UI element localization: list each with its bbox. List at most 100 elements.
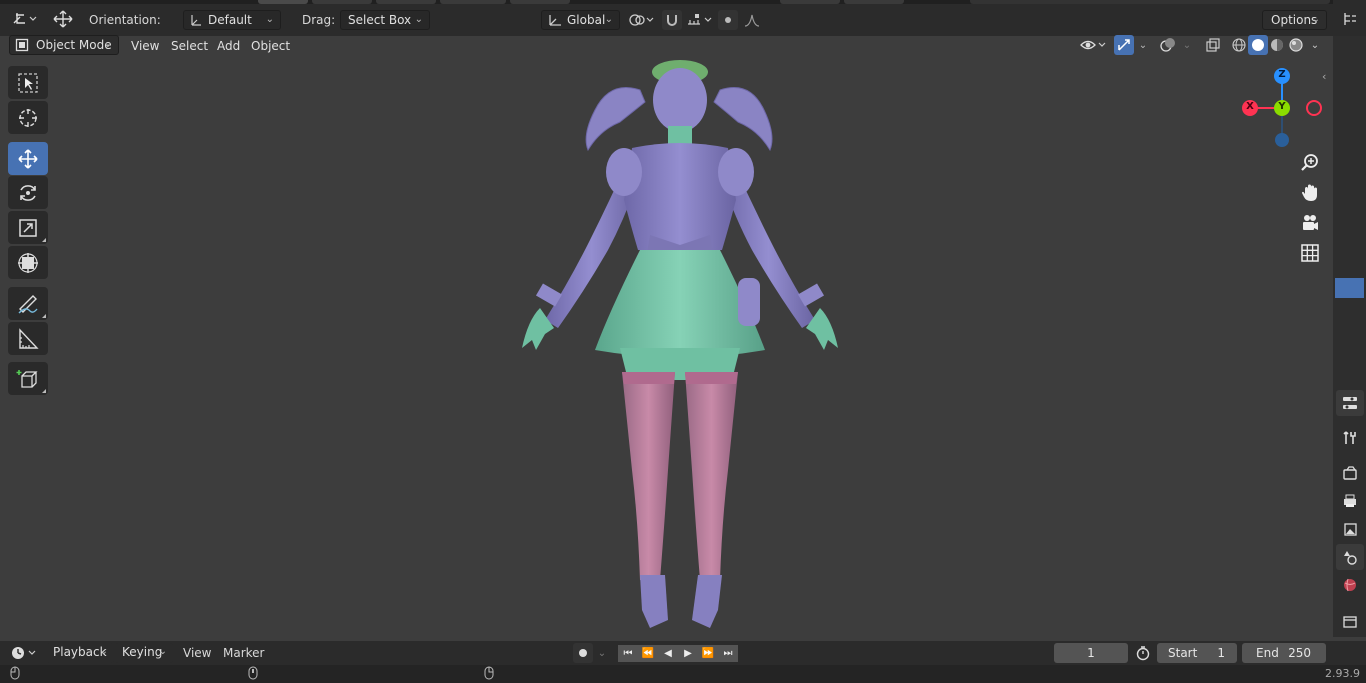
keying-set-dropdown[interactable]: ⌄ xyxy=(594,643,610,663)
render-properties-tab[interactable] xyxy=(1336,460,1364,486)
neg-z-axis-handle[interactable] xyxy=(1275,133,1289,147)
stopwatch-icon xyxy=(1136,646,1150,661)
perspective-toggle-button[interactable] xyxy=(1295,238,1325,268)
measure-tool[interactable] xyxy=(8,322,48,355)
orientation-label: Orientation: xyxy=(89,13,161,27)
start-frame-field[interactable]: Start 1 xyxy=(1157,643,1237,663)
mouse-middle-icon xyxy=(248,666,258,683)
xray-toggle[interactable] xyxy=(1203,35,1223,55)
editor-type-button[interactable] xyxy=(8,9,40,29)
collection-properties-tab[interactable] xyxy=(1336,608,1364,634)
orientation-dropdown[interactable]: Default ⌄ xyxy=(183,10,281,30)
snap-target-dropdown[interactable] xyxy=(684,10,716,30)
solid-shading-button[interactable] xyxy=(1248,35,1268,55)
tool-settings-header: Orientation: Default ⌄ Drag: Select Box … xyxy=(0,0,1366,36)
prev-keyframe-button[interactable]: ⏪ xyxy=(638,645,658,662)
record-icon xyxy=(579,649,587,657)
play-reverse-button[interactable]: ◀ xyxy=(658,645,678,662)
character-model[interactable] xyxy=(500,50,860,635)
drag-dropdown[interactable]: Select Box ⌄ xyxy=(340,10,430,30)
gizmo-toggle[interactable] xyxy=(1114,35,1134,55)
workspace-tab[interactable] xyxy=(376,0,436,4)
transform-orientation-dropdown[interactable]: Global ⌄ xyxy=(541,10,620,30)
rendered-shading-button[interactable] xyxy=(1286,35,1306,55)
jump-end-icon: ⏭ xyxy=(723,648,733,659)
sidebar-expand-arrow-icon[interactable]: ‹ xyxy=(1322,70,1326,83)
playback-menu[interactable]: Playback ⌄ xyxy=(46,643,114,663)
menu-view[interactable]: View xyxy=(125,36,165,56)
properties-editor-button[interactable] xyxy=(1336,390,1364,416)
tool-variants-indicator xyxy=(42,389,46,393)
object-visibility-dropdown[interactable] xyxy=(1077,35,1109,55)
view-layer-properties-tab[interactable] xyxy=(1336,516,1364,542)
overlays-dropdown[interactable]: ⌄ xyxy=(1178,35,1196,55)
cursor-tool[interactable] xyxy=(8,101,48,134)
auto-keying-toggle[interactable] xyxy=(573,643,593,663)
zoom-icon xyxy=(1301,154,1318,171)
chevron-down-icon: ⌄ xyxy=(265,14,274,25)
timeline-editor-type-button[interactable] xyxy=(8,643,40,663)
timeline-marker-menu[interactable]: Marker xyxy=(223,643,264,663)
transform-tool[interactable] xyxy=(8,246,48,279)
scene-properties-tab[interactable] xyxy=(1336,544,1364,570)
keying-menu[interactable]: Keying ⌄ xyxy=(115,643,173,663)
outliner-header-corner xyxy=(1333,0,1366,36)
scene-selector-strip[interactable] xyxy=(970,0,1330,4)
timeline-view-menu[interactable]: View xyxy=(183,643,211,663)
pan-button[interactable] xyxy=(1295,178,1325,208)
preview-range-toggle[interactable] xyxy=(1133,643,1153,663)
scale-tool[interactable] xyxy=(8,211,48,244)
move-tool-icon[interactable] xyxy=(50,9,76,29)
camera-view-button[interactable] xyxy=(1295,208,1325,238)
scale-icon xyxy=(19,218,37,237)
menu-add[interactable]: Add xyxy=(211,36,246,56)
output-properties-tab[interactable] xyxy=(1336,488,1364,514)
annotate-tool[interactable] xyxy=(8,287,48,320)
outliner-editor-button[interactable] xyxy=(1339,9,1361,29)
select-box-tool[interactable] xyxy=(8,66,48,99)
options-dropdown[interactable]: Options ⌄ xyxy=(1262,10,1327,30)
proportional-edit-toggle[interactable] xyxy=(718,10,738,30)
workspace-tab[interactable] xyxy=(844,0,904,4)
end-frame-field[interactable]: End 250 xyxy=(1242,643,1326,663)
jump-end-button[interactable]: ⏭ xyxy=(718,645,738,662)
material-preview-button[interactable] xyxy=(1267,35,1287,55)
tool-properties-tab[interactable] xyxy=(1336,425,1364,451)
add-cube-tool[interactable] xyxy=(8,362,48,395)
next-keyframe-button[interactable]: ⏩ xyxy=(698,645,718,662)
jump-start-icon: ⏮ xyxy=(623,648,633,659)
jump-start-button[interactable]: ⏮ xyxy=(618,645,638,662)
workspace-tab[interactable] xyxy=(440,0,506,4)
chevron-down-icon: ⌄ xyxy=(1311,14,1320,25)
shading-dropdown[interactable]: ⌄ xyxy=(1306,35,1324,55)
object-mode-value: Object Mode xyxy=(36,38,112,52)
workspace-tab-active[interactable] xyxy=(258,0,308,4)
measure-icon xyxy=(19,327,39,349)
overlays-toggle[interactable] xyxy=(1158,35,1178,55)
pivot-point-button[interactable] xyxy=(626,10,658,30)
outliner-selected-row[interactable] xyxy=(1335,278,1364,298)
clock-icon xyxy=(12,647,36,659)
workspace-tab[interactable] xyxy=(510,0,570,4)
workspace-tab[interactable] xyxy=(780,0,840,4)
gizmo-dropdown[interactable]: ⌄ xyxy=(1134,35,1152,55)
menu-object[interactable]: Object xyxy=(245,36,296,56)
workspace-tab[interactable] xyxy=(312,0,372,4)
zoom-button[interactable] xyxy=(1295,148,1325,178)
play-button[interactable]: ▶ xyxy=(678,645,698,662)
current-frame-field[interactable]: 1 xyxy=(1054,643,1128,663)
y-axis-label: Y xyxy=(1278,101,1286,112)
world-properties-tab[interactable] xyxy=(1336,572,1364,598)
proportional-falloff-dropdown[interactable] xyxy=(740,10,768,30)
chevron-down-icon: ⌄ xyxy=(1138,39,1148,51)
move-tool[interactable] xyxy=(8,142,48,175)
x-axis-label: X xyxy=(1246,101,1254,112)
neg-x-axis-handle[interactable] xyxy=(1306,100,1322,116)
object-mode-dropdown[interactable]: Object Mode ⌄ xyxy=(9,35,119,55)
chevron-down-icon: ⌄ xyxy=(103,39,112,50)
rotate-tool[interactable] xyxy=(8,176,48,209)
wireframe-shading-button[interactable] xyxy=(1229,35,1249,55)
snap-toggle[interactable] xyxy=(662,10,682,30)
start-label: Start xyxy=(1168,646,1198,660)
menu-select[interactable]: Select xyxy=(165,36,214,56)
